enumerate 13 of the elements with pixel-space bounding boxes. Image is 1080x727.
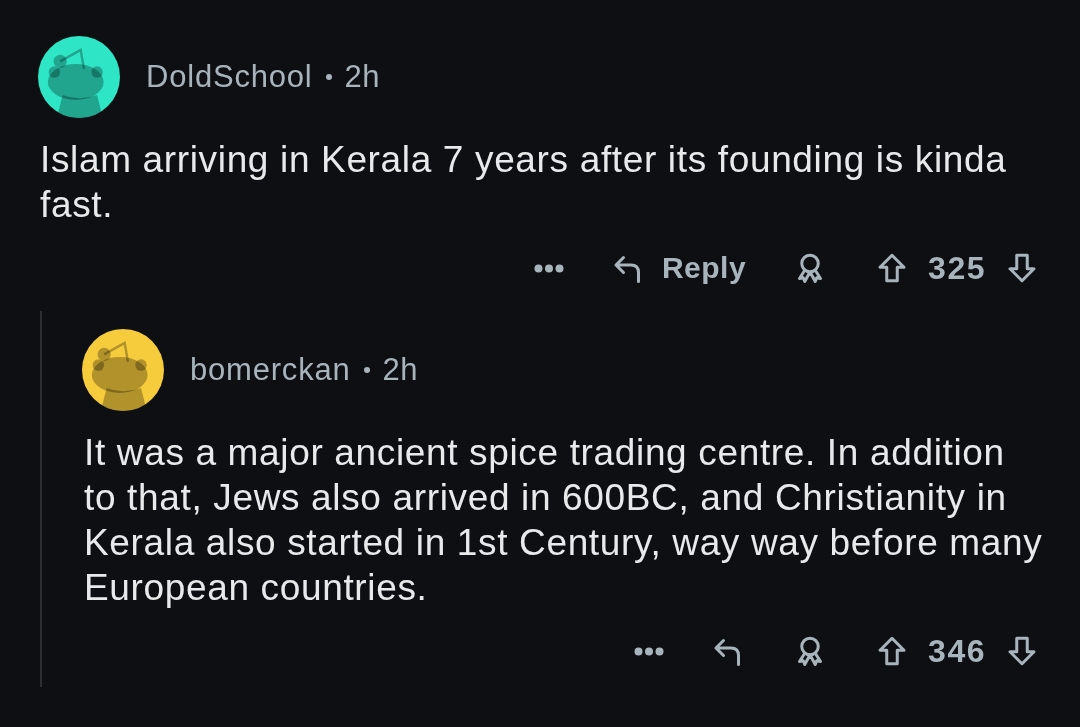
timestamp: 2h: [344, 59, 381, 95]
dot-separator-icon: [325, 74, 332, 80]
vote-count: 325: [928, 249, 986, 287]
comment-text: It was a major ancient spice trading centre. In addition to that, Jews also arrived in 600BC, and Christianity in Kerala also started in 1st Century, way way before many European countries.: [84, 431, 1044, 610]
dot-separator-icon: [363, 367, 370, 373]
username[interactable]: DoldSchool: [146, 59, 313, 95]
more-options-icon[interactable]: [533, 263, 564, 273]
timestamp: 2h: [382, 352, 419, 388]
more-options-icon[interactable]: [634, 646, 665, 656]
username[interactable]: bomerckan: [190, 352, 351, 388]
reply-button[interactable]: Reply: [609, 250, 747, 286]
vote-count: 346: [928, 632, 986, 670]
comment-text: Islam arriving in Kerala 7 years after its founding is kinda fast.: [40, 138, 1008, 227]
